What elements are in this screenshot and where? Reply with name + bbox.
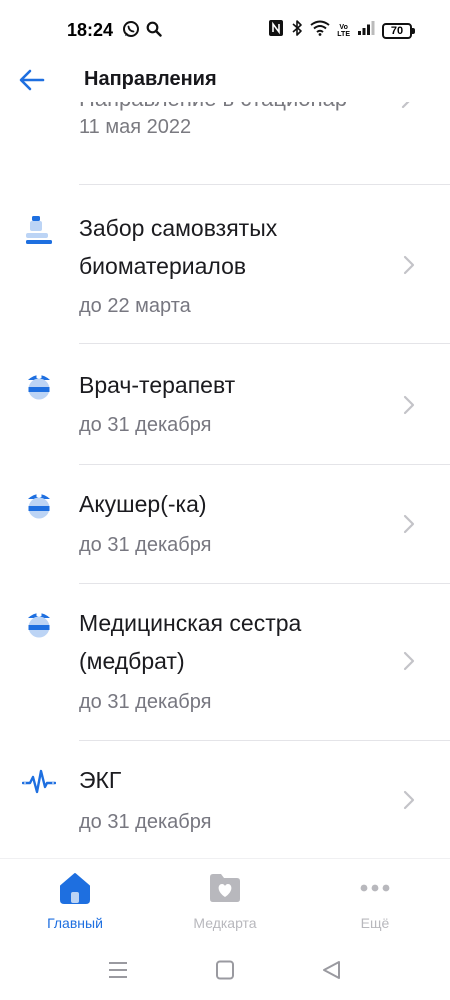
page-title: Направления: [84, 68, 217, 90]
doctor-icon: [28, 493, 50, 519]
search-icon: [146, 21, 162, 42]
item-subtitle: 11 мая 2022: [79, 116, 192, 138]
chevron-right-icon: [403, 395, 415, 415]
bluetooth-icon: [291, 19, 303, 42]
chevron-right-icon: [403, 790, 415, 810]
list-item-therapist[interactable]: Врач-терапевт до 31 декабря: [0, 344, 450, 464]
item-title: Врач-терапевт: [79, 372, 236, 398]
back-triangle-icon[interactable]: [320, 960, 344, 980]
home-icon: [60, 873, 90, 904]
volte-top-label: Vo: [339, 23, 348, 31]
status-bar: 18:24 Vo LTE 70: [0, 0, 450, 60]
doctor-icon: [28, 374, 50, 400]
item-title: Акушер(-ка): [79, 491, 207, 517]
chevron-right-icon: [403, 255, 415, 275]
list-item-hospital-referral[interactable]: Направление в стационар 11 мая 2022: [0, 102, 450, 184]
volte-bottom-label: LTE: [337, 30, 350, 38]
volte-icon: Vo LTE: [337, 24, 350, 38]
status-time: 18:24: [67, 20, 114, 40]
directions-list[interactable]: Направление в стационар 11 мая 2022 Забо…: [0, 102, 450, 858]
nav-home[interactable]: Главный: [20, 871, 130, 937]
item-title: ЭКГ: [79, 767, 122, 793]
chevron-right-icon: [403, 514, 415, 534]
medical-card-icon: [210, 874, 240, 902]
home-square-icon[interactable]: [213, 960, 237, 980]
list-item-obstetrician[interactable]: Акушер(-ка) до 31 декабря: [0, 465, 450, 583]
nfc-icon: [268, 19, 284, 42]
signal-icon: [357, 20, 375, 41]
item-subtitle: до 31 декабря: [79, 811, 212, 833]
ecg-icon: [22, 769, 56, 794]
system-nav-bar: [0, 940, 450, 1000]
doctor-icon: [28, 612, 50, 638]
item-title: Медицинская сестра (медбрат): [79, 610, 302, 674]
item-subtitle: до 31 декабря: [79, 691, 212, 713]
nav-label: Главный: [47, 915, 103, 931]
nav-label: Медкарта: [193, 915, 257, 931]
bottom-nav: Главный Медкарта Ещё: [0, 858, 450, 940]
item-subtitle: до 22 марта: [79, 295, 191, 317]
list-item-biomaterials[interactable]: Забор самовзятых биоматериалов до 22 мар…: [0, 185, 450, 343]
nav-medical-card[interactable]: Медкарта: [170, 871, 280, 937]
microscope-icon: [26, 216, 52, 244]
nav-label: Ещё: [360, 915, 390, 931]
list-item-ecg[interactable]: ЭКГ до 31 декабря: [0, 741, 450, 857]
app-header: Направления: [0, 60, 450, 102]
list-item-nurse[interactable]: Медицинская сестра (медбрат) до 31 декаб…: [0, 584, 450, 740]
battery-icon: 70: [382, 22, 415, 39]
menu-lines-icon[interactable]: [106, 960, 130, 980]
whatsapp-icon: [122, 20, 140, 43]
item-subtitle: до 31 декабря: [79, 534, 212, 556]
chevron-right-icon: [403, 651, 415, 671]
item-title: Забор самовзятых биоматериалов: [79, 215, 278, 279]
arrow-left-icon: [19, 69, 45, 91]
back-button[interactable]: [16, 64, 48, 96]
more-dots-icon: [360, 884, 390, 892]
nav-more[interactable]: Ещё: [320, 871, 430, 937]
item-title: Направление в стационар: [79, 102, 347, 112]
item-subtitle: до 31 декабря: [79, 414, 212, 436]
chevron-right-icon: [401, 102, 410, 109]
wifi-icon: [310, 20, 330, 41]
